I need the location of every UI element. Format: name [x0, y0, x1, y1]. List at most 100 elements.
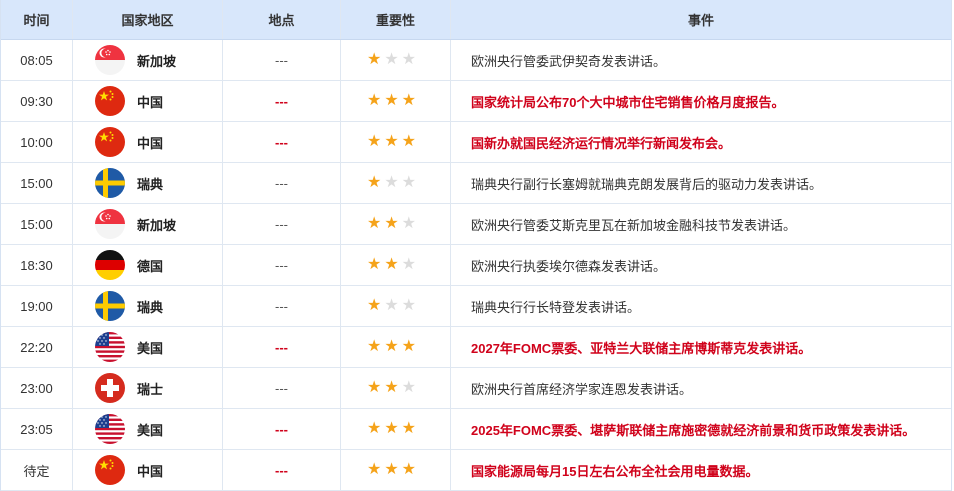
- event-text: 欧洲央行首席经济学家连恩发表讲话。: [471, 381, 693, 397]
- event-cell: 欧洲央行管委艾斯克里瓦在新加坡金融科技节发表讲话。: [451, 204, 951, 244]
- star-filled-icon: ★: [366, 92, 382, 109]
- country-cell: 瑞典: [73, 163, 223, 203]
- table-row: 15:00 新加坡 --- ★ ★ ★ 欧洲央行管委艾斯克里瓦在新加坡金融科技节发表…: [1, 204, 951, 245]
- event-cell: 2025年FOMC票委、堪萨斯联储主席施密德就经济前景和货币政策发表讲话。: [451, 409, 951, 449]
- star-filled-icon: ★: [366, 51, 382, 68]
- event-cell: 2027年FOMC票委、亚特兰大联储主席博斯蒂克发表讲话。: [451, 327, 951, 367]
- location-cell: ---: [223, 204, 341, 244]
- location-value: ---: [275, 257, 288, 273]
- economic-calendar-table: 时间 国家地区 地点 重要性 事件 08:05 新加坡 --- ★ ★ ★ 欧洲央行…: [0, 0, 952, 491]
- star-filled-icon: ★: [384, 461, 399, 478]
- country-cell: 新加坡: [73, 40, 223, 80]
- china-flag-icon: [95, 127, 125, 157]
- importance-cell: ★ ★ ★: [341, 163, 451, 203]
- location-cell: ---: [223, 409, 341, 449]
- importance-stars: ★ ★ ★: [367, 421, 416, 437]
- country-cell: 德国: [73, 245, 223, 285]
- time-cell: 23:05: [1, 409, 73, 449]
- location-cell: ---: [223, 81, 341, 121]
- china-flag-icon: [95, 86, 125, 116]
- event-text: 瑞典央行行长特登发表讲话。: [471, 299, 641, 315]
- star-filled-icon: ★: [384, 92, 399, 109]
- star-filled-icon: ★: [366, 174, 382, 191]
- country-cell: 中国: [73, 122, 223, 162]
- star-filled-icon: ★: [384, 338, 399, 355]
- importance-cell: ★ ★ ★: [341, 450, 451, 490]
- importance-cell: ★ ★ ★: [341, 40, 451, 80]
- location-cell: ---: [223, 40, 341, 80]
- location-value: ---: [275, 380, 288, 396]
- importance-stars: ★ ★ ★: [367, 216, 416, 232]
- country-name: 中国: [137, 463, 164, 479]
- country-name: 德国: [137, 258, 164, 274]
- table-row: 18:30 德国 --- ★ ★ ★ 欧洲央行执委埃尔德森发表讲话。: [1, 245, 951, 286]
- location-cell: ---: [223, 368, 341, 408]
- star-empty-icon: ★: [401, 174, 417, 191]
- importance-stars: ★ ★ ★: [367, 134, 416, 150]
- country-name: 美国: [137, 422, 164, 438]
- star-filled-icon: ★: [384, 133, 399, 150]
- country-name: 瑞士: [137, 381, 164, 397]
- time-cell: 18:30: [1, 245, 73, 285]
- importance-cell: ★ ★ ★: [341, 245, 451, 285]
- star-filled-icon: ★: [401, 133, 417, 150]
- importance-stars: ★ ★ ★: [367, 93, 416, 109]
- importance-cell: ★ ★ ★: [341, 204, 451, 244]
- time-cell: 23:00: [1, 368, 73, 408]
- germany-flag-icon: [95, 250, 125, 280]
- star-filled-icon: ★: [366, 461, 382, 478]
- header-time: 时间: [1, 0, 73, 39]
- event-cell: 国家统计局公布70个大中城市住宅销售价格月度报告。: [451, 81, 951, 121]
- time-cell: 15:00: [1, 163, 73, 203]
- country-cell: 瑞士: [73, 368, 223, 408]
- location-value: ---: [275, 93, 288, 109]
- event-cell: 欧洲央行首席经济学家连恩发表讲话。: [451, 368, 951, 408]
- china-flag-icon: [95, 455, 125, 485]
- table-row: 08:05 新加坡 --- ★ ★ ★ 欧洲央行管委武伊契奇发表讲话。: [1, 40, 951, 81]
- importance-cell: ★ ★ ★: [341, 327, 451, 367]
- table-row: 23:00 瑞士 --- ★ ★ ★ 欧洲央行首席经济学家连恩发表讲话。: [1, 368, 951, 409]
- country-name: 中国: [137, 135, 164, 151]
- event-cell: 国家能源局每月15日左右公布全社会用电量数据。: [451, 450, 951, 490]
- importance-cell: ★ ★ ★: [341, 122, 451, 162]
- event-cell: 瑞典央行副行长塞姆就瑞典克朗发展背后的驱动力发表讲话。: [451, 163, 951, 203]
- singapore-flag-icon: [95, 209, 125, 239]
- star-empty-icon: ★: [401, 256, 417, 273]
- event-text: 2027年FOMC票委、亚特兰大联储主席博斯蒂克发表讲话。: [471, 340, 812, 356]
- importance-stars: ★ ★ ★: [367, 462, 416, 478]
- star-empty-icon: ★: [384, 174, 399, 191]
- star-filled-icon: ★: [366, 133, 382, 150]
- location-value: ---: [275, 52, 288, 68]
- country-cell: 美国: [73, 327, 223, 367]
- star-filled-icon: ★: [384, 256, 399, 273]
- star-empty-icon: ★: [384, 51, 399, 68]
- importance-cell: ★ ★ ★: [341, 409, 451, 449]
- header-location: 地点: [223, 0, 341, 39]
- sweden-flag-icon: [95, 168, 125, 198]
- country-name: 美国: [137, 340, 164, 356]
- event-text: 欧洲央行管委武伊契奇发表讲话。: [471, 53, 667, 69]
- event-text: 国新办就国民经济运行情况举行新闻发布会。: [471, 135, 732, 151]
- usa-flag-icon: [95, 332, 125, 362]
- importance-stars: ★ ★ ★: [367, 298, 416, 314]
- location-value: ---: [275, 421, 288, 437]
- star-filled-icon: ★: [401, 420, 417, 437]
- location-cell: ---: [223, 327, 341, 367]
- country-name: 新加坡: [137, 53, 177, 69]
- star-empty-icon: ★: [401, 51, 417, 68]
- importance-stars: ★ ★ ★: [367, 257, 416, 273]
- table-row: 23:05 美国 --- ★ ★ ★ 2025年FOMC票委、堪萨斯联储主席施密德就…: [1, 409, 951, 450]
- star-filled-icon: ★: [366, 297, 382, 314]
- time-cell: 15:00: [1, 204, 73, 244]
- event-text: 瑞典央行副行长塞姆就瑞典克朗发展背后的驱动力发表讲话。: [471, 176, 823, 192]
- star-filled-icon: ★: [366, 379, 382, 396]
- time-cell: 待定: [1, 450, 73, 490]
- star-filled-icon: ★: [366, 215, 382, 232]
- country-cell: 中国: [73, 81, 223, 121]
- importance-cell: ★ ★ ★: [341, 81, 451, 121]
- event-text: 欧洲央行执委埃尔德森发表讲话。: [471, 258, 667, 274]
- switzerland-flag-icon: [95, 373, 125, 403]
- location-cell: ---: [223, 245, 341, 285]
- header-event: 事件: [687, 13, 714, 28]
- event-text: 国家能源局每月15日左右公布全社会用电量数据。: [471, 463, 759, 479]
